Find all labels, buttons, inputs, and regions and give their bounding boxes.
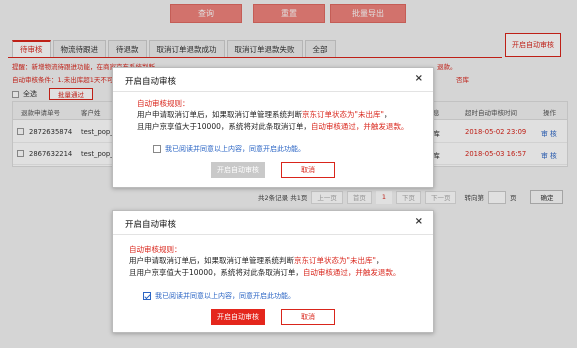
rule-line-1-highlight: 京东订单状态为"未出库": [294, 256, 376, 265]
agree-row[interactable]: 我已阅读并同意以上内容，同意开启此功能。: [143, 291, 295, 301]
enable-auto-review-confirm-button[interactable]: 开启自动审核: [211, 162, 265, 178]
agree-label: 我已阅读并同意以上内容，同意开启此功能。: [155, 292, 295, 300]
auto-review-dialog-checked: 开启自动审核 × 自动审核规则： 用户申请取消订单后，如果取消订单管理系统判断京…: [112, 210, 434, 333]
dialog-header: 开启自动审核 ×: [113, 68, 433, 92]
rule-line-1: 用户申请取消订单后，如果取消订单管理系统判断京东订单状态为"未出库"，: [137, 109, 391, 120]
dialog-title: 开启自动审核: [125, 77, 177, 87]
rule-line-2-text: 且用户京享值大于10000，系统将对此条取消订单，: [137, 122, 311, 131]
dialog-title: 开启自动审核: [125, 220, 177, 230]
auto-review-dialog: 开启自动审核 × 自动审核规则： 用户申请取消订单后，如果取消订单管理系统判断京…: [112, 67, 434, 188]
cancel-button[interactable]: 取消: [281, 162, 335, 178]
close-icon[interactable]: ×: [415, 216, 423, 227]
cancel-button[interactable]: 取消: [281, 309, 335, 325]
rule-line-2-text: 且用户京享值大于10000，系统将对此条取消订单，: [129, 268, 303, 277]
agree-checkbox[interactable]: [153, 145, 161, 153]
rule-line-1-text: 用户申请取消订单后，如果取消订单管理系统判断: [137, 110, 302, 119]
rule-line-1-highlight: 京东订单状态为"未出库": [302, 110, 384, 119]
dialog-header: 开启自动审核 ×: [113, 211, 433, 235]
rule-line-1: 用户申请取消订单后，如果取消订单管理系统判断京东订单状态为"未出库"，: [129, 255, 383, 266]
rule-line-2-highlight: 自动审核通过，并触发退款。: [302, 268, 401, 277]
close-icon[interactable]: ×: [415, 73, 423, 84]
rule-line-1-end: ，: [375, 256, 384, 265]
enable-auto-review-confirm-button[interactable]: 开启自动审核: [211, 309, 265, 325]
agree-checkbox-checked[interactable]: [143, 292, 151, 300]
rule-title: 自动审核规则：: [129, 245, 182, 254]
rule-title: 自动审核规则：: [137, 99, 190, 108]
rule-line-1-text: 用户申请取消订单后，如果取消订单管理系统判断: [129, 256, 294, 265]
rule-line-2: 且用户京享值大于10000，系统将对此条取消订单，自动审核通过，并触发退款。: [129, 267, 400, 278]
rule-line-2-highlight: 自动审核通过，并触发退款。: [310, 122, 409, 131]
agree-label: 我已阅读并同意以上内容，同意开启此功能。: [165, 145, 305, 153]
rule-line-2: 且用户京享值大于10000，系统将对此条取消订单，自动审核通过，并触发退款。: [137, 121, 408, 132]
rule-line-1-end: ，: [383, 110, 392, 119]
agree-row[interactable]: 我已阅读并同意以上内容，同意开启此功能。: [153, 144, 305, 154]
